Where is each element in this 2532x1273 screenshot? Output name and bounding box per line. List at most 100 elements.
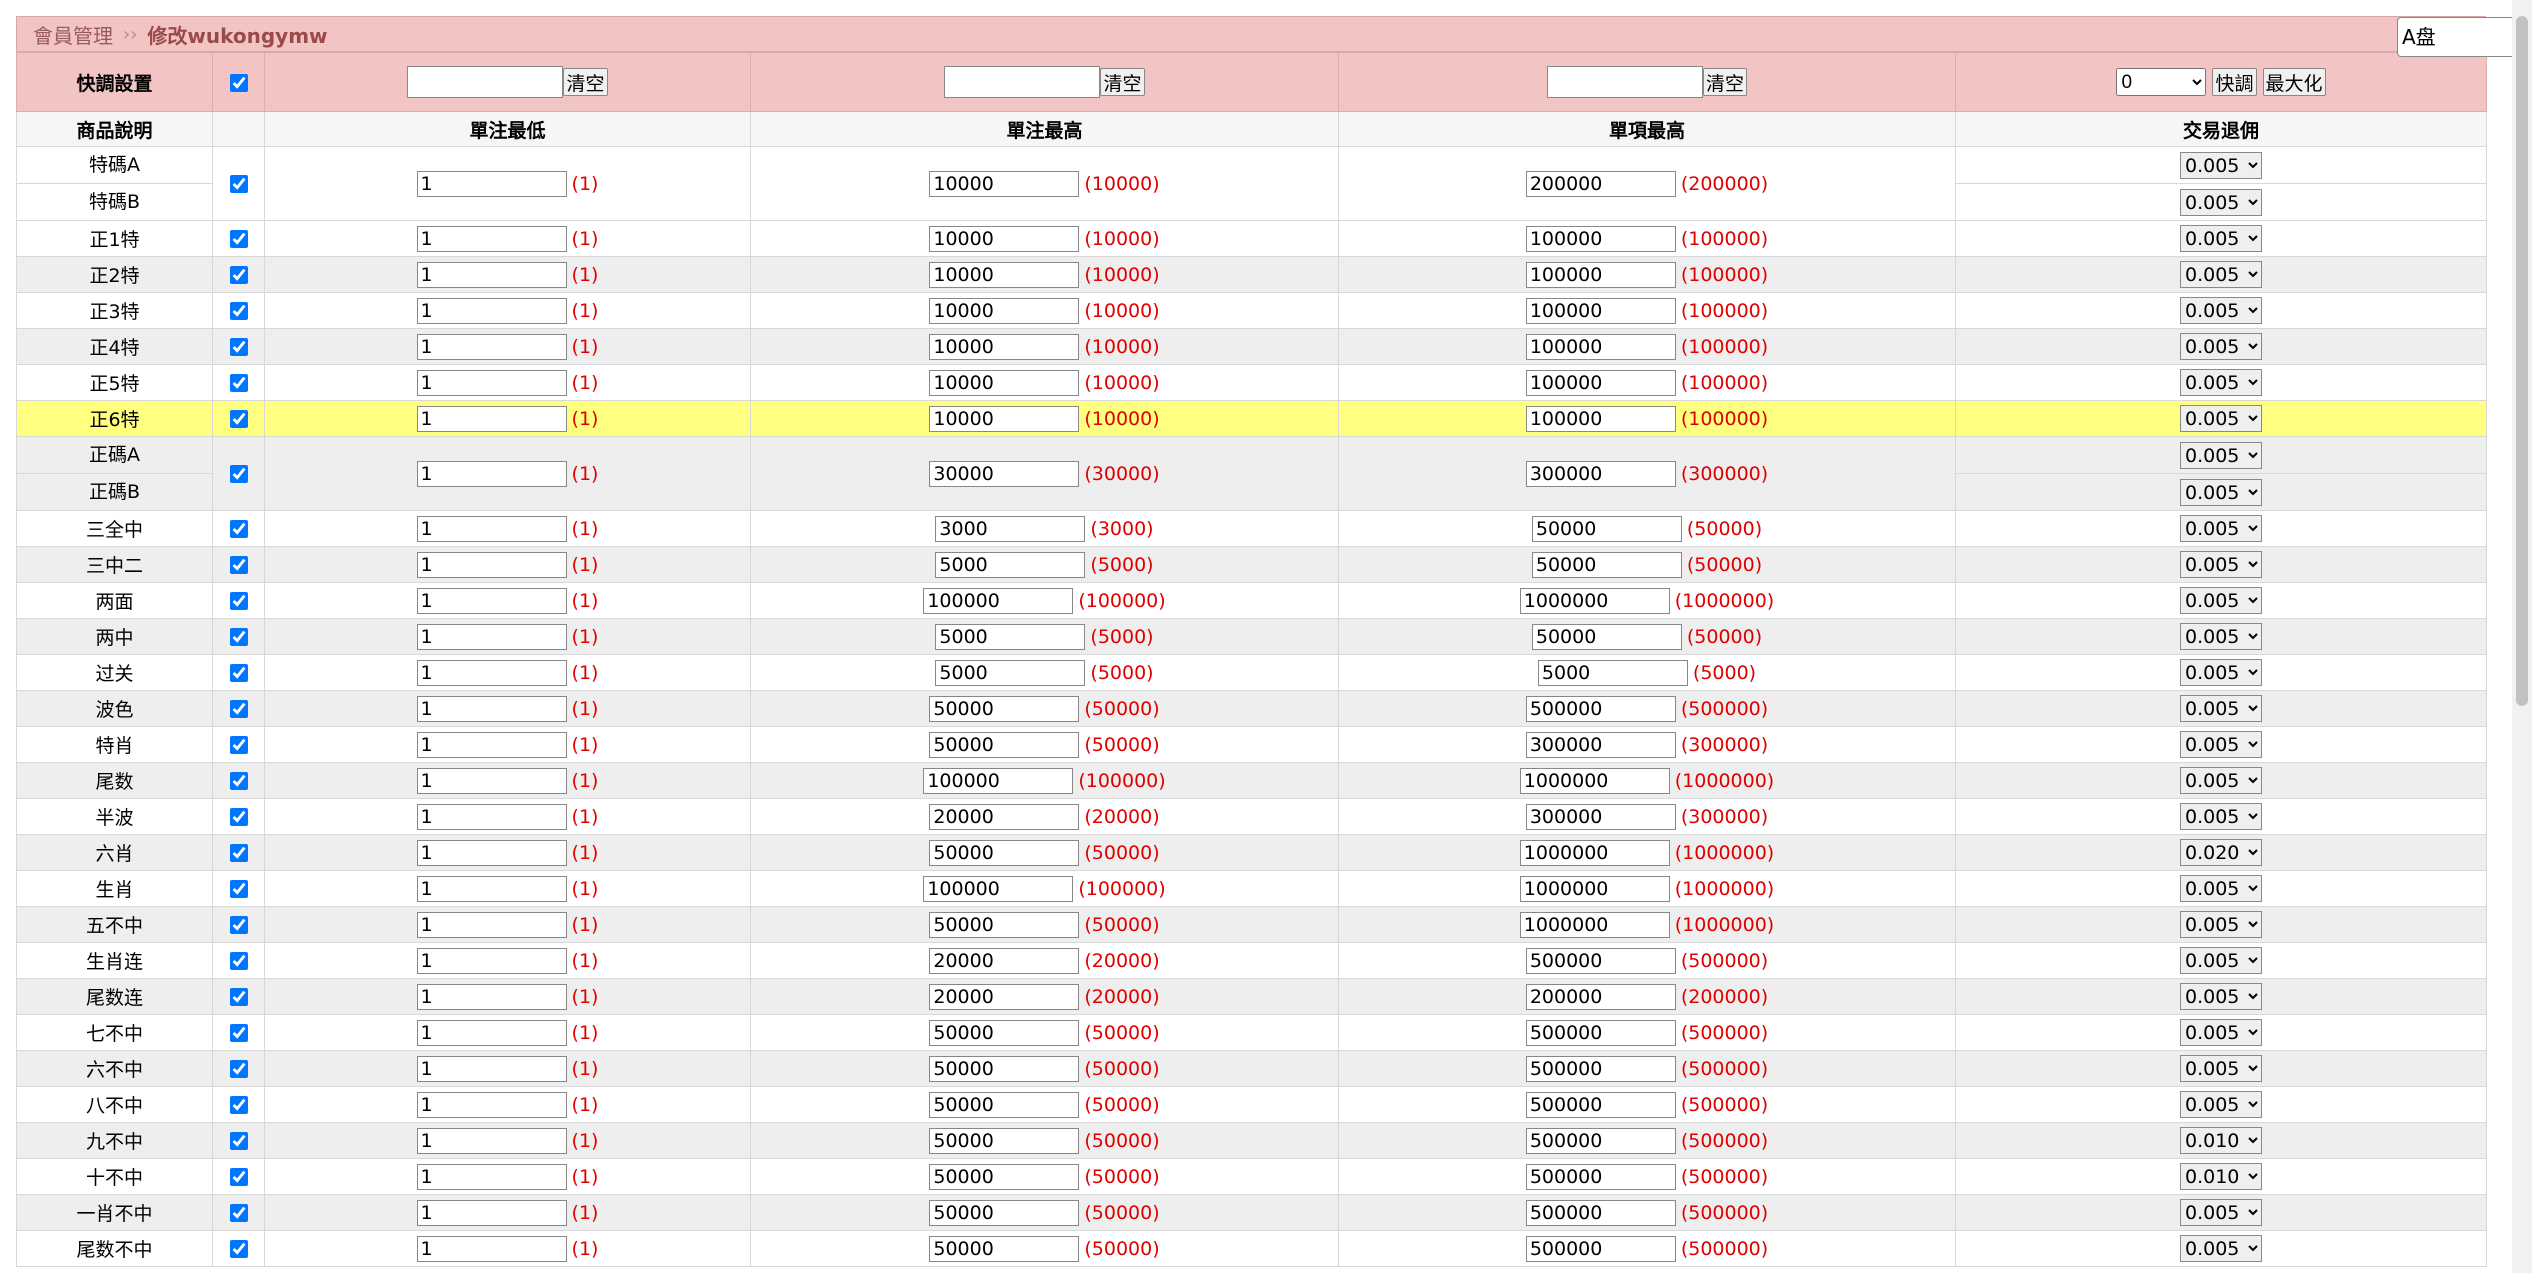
- item-max-input[interactable]: [1525, 731, 1676, 758]
- rebate-select[interactable]: 0.005: [2180, 515, 2262, 542]
- max-bet-input[interactable]: [923, 875, 1074, 902]
- rebate-select[interactable]: 0.010: [2180, 1163, 2262, 1190]
- rebate-select[interactable]: 0.005: [2180, 442, 2262, 469]
- min-bet-input[interactable]: [416, 983, 567, 1010]
- min-bet-input[interactable]: [416, 911, 567, 938]
- min-bet-input[interactable]: [416, 515, 567, 542]
- item-max-input[interactable]: [1525, 1055, 1676, 1082]
- item-max-input[interactable]: [1519, 767, 1670, 794]
- quick-min-input[interactable]: [407, 66, 564, 98]
- row-checkbox[interactable]: [229, 772, 248, 790]
- item-max-input[interactable]: [1525, 1019, 1676, 1046]
- rebate-select[interactable]: 0.005: [2180, 911, 2262, 938]
- item-max-input[interactable]: [1519, 587, 1670, 614]
- min-bet-input[interactable]: [416, 551, 567, 578]
- max-bet-input[interactable]: [929, 731, 1080, 758]
- max-bet-input[interactable]: [929, 405, 1080, 432]
- rebate-select[interactable]: 0.005: [2180, 405, 2262, 432]
- max-bet-input[interactable]: [929, 695, 1080, 722]
- item-max-input[interactable]: [1525, 947, 1676, 974]
- rebate-select[interactable]: 0.005: [2180, 297, 2262, 324]
- min-bet-input[interactable]: [416, 1019, 567, 1046]
- row-checkbox[interactable]: [229, 952, 248, 970]
- max-bet-input[interactable]: [935, 659, 1086, 686]
- max-bet-input[interactable]: [929, 1235, 1080, 1262]
- max-bet-input[interactable]: [923, 767, 1074, 794]
- min-bet-input[interactable]: [416, 587, 567, 614]
- item-max-input[interactable]: [1525, 1127, 1676, 1154]
- quick-adjust-button[interactable]: 快調: [2212, 68, 2257, 96]
- row-checkbox[interactable]: [229, 520, 248, 538]
- row-checkbox[interactable]: [229, 808, 248, 826]
- max-bet-input[interactable]: [929, 333, 1080, 360]
- rebate-select[interactable]: 0.005: [2180, 1019, 2262, 1046]
- min-bet-input[interactable]: [416, 1163, 567, 1190]
- rebate-select[interactable]: 0.005: [2180, 947, 2262, 974]
- max-bet-input[interactable]: [929, 1019, 1080, 1046]
- row-checkbox[interactable]: [229, 374, 248, 392]
- item-max-input[interactable]: [1519, 839, 1670, 866]
- row-checkbox[interactable]: [229, 410, 248, 428]
- item-max-input[interactable]: [1525, 333, 1676, 360]
- row-checkbox[interactable]: [229, 465, 248, 483]
- rebate-select[interactable]: 0.005: [2180, 1091, 2262, 1118]
- min-bet-input[interactable]: [416, 623, 567, 650]
- item-max-input[interactable]: [1525, 261, 1676, 288]
- max-bet-input[interactable]: [929, 1091, 1080, 1118]
- max-bet-input[interactable]: [929, 803, 1080, 830]
- rebate-select[interactable]: 0.005: [2180, 875, 2262, 902]
- min-bet-input[interactable]: [416, 695, 567, 722]
- min-bet-input[interactable]: [416, 659, 567, 686]
- max-bet-input[interactable]: [929, 1163, 1080, 1190]
- min-bet-input[interactable]: [416, 405, 567, 432]
- rebate-select[interactable]: 0.005: [2180, 333, 2262, 360]
- max-bet-input[interactable]: [935, 551, 1086, 578]
- rebate-select[interactable]: 0.010: [2180, 1127, 2262, 1154]
- rebate-select[interactable]: 0.005: [2180, 803, 2262, 830]
- min-bet-input[interactable]: [416, 225, 567, 252]
- row-checkbox[interactable]: [229, 916, 248, 934]
- min-bet-input[interactable]: [416, 947, 567, 974]
- max-bet-input[interactable]: [929, 1127, 1080, 1154]
- rebate-select[interactable]: 0.005: [2180, 152, 2262, 179]
- rebate-select[interactable]: 0.005: [2180, 623, 2262, 650]
- item-max-input[interactable]: [1525, 695, 1676, 722]
- max-bet-input[interactable]: [929, 225, 1080, 252]
- rebate-select[interactable]: 0.005: [2180, 261, 2262, 288]
- rebate-select[interactable]: 0.005: [2180, 695, 2262, 722]
- item-max-input[interactable]: [1525, 297, 1676, 324]
- max-bet-input[interactable]: [929, 839, 1080, 866]
- item-max-input[interactable]: [1531, 551, 1682, 578]
- item-max-input[interactable]: [1519, 875, 1670, 902]
- row-checkbox[interactable]: [229, 880, 248, 898]
- rebate-select[interactable]: 0.005: [2180, 369, 2262, 396]
- maximize-button[interactable]: 最大化: [2262, 68, 2326, 96]
- max-bet-input[interactable]: [923, 587, 1074, 614]
- rebate-select[interactable]: 0.005: [2180, 731, 2262, 758]
- rebate-select[interactable]: 0.005: [2180, 189, 2262, 216]
- row-checkbox[interactable]: [229, 1060, 248, 1078]
- item-max-input[interactable]: [1519, 911, 1670, 938]
- max-bet-input[interactable]: [935, 515, 1086, 542]
- rebate-select[interactable]: 0.020: [2180, 839, 2262, 866]
- max-bet-input[interactable]: [929, 460, 1080, 487]
- min-bet-input[interactable]: [416, 1055, 567, 1082]
- quick-item-max-input[interactable]: [1546, 66, 1703, 98]
- min-bet-input[interactable]: [416, 731, 567, 758]
- min-bet-input[interactable]: [416, 1199, 567, 1226]
- quick-max-clear-button[interactable]: 清空: [1100, 68, 1145, 96]
- item-max-input[interactable]: [1525, 803, 1676, 830]
- min-bet-input[interactable]: [416, 170, 567, 197]
- max-bet-input[interactable]: [929, 297, 1080, 324]
- item-max-input[interactable]: [1525, 405, 1676, 432]
- row-checkbox[interactable]: [229, 1204, 248, 1222]
- max-bet-input[interactable]: [935, 623, 1086, 650]
- rebate-select[interactable]: 0.005: [2180, 1199, 2262, 1226]
- rebate-select[interactable]: 0.005: [2180, 479, 2262, 506]
- rebate-select[interactable]: 0.005: [2180, 767, 2262, 794]
- row-checkbox[interactable]: [229, 338, 248, 356]
- item-max-input[interactable]: [1531, 515, 1682, 542]
- max-bet-input[interactable]: [929, 261, 1080, 288]
- row-checkbox[interactable]: [229, 1096, 248, 1114]
- min-bet-input[interactable]: [416, 839, 567, 866]
